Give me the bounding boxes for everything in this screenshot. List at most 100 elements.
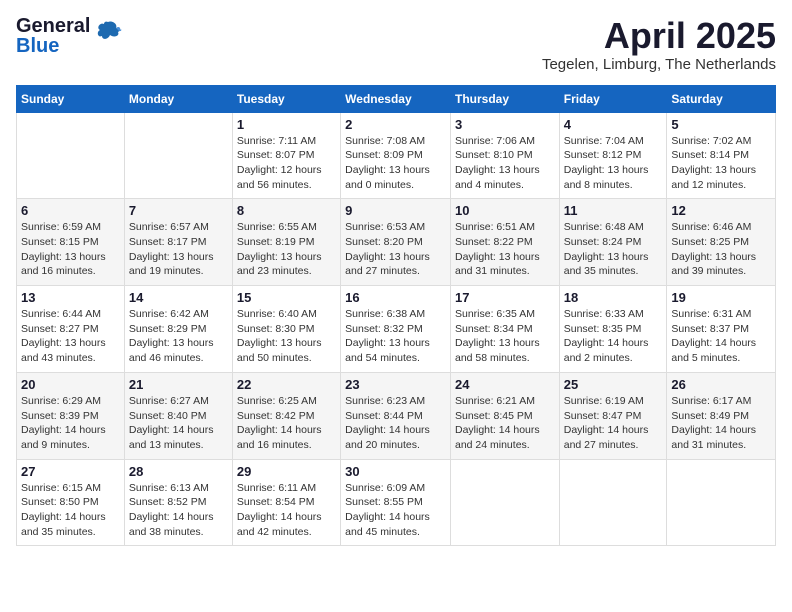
- table-row: 3 Sunrise: 7:06 AM Sunset: 8:10 PM Daylig…: [450, 112, 559, 199]
- day-number: 28: [129, 464, 228, 479]
- table-row: 28 Sunrise: 6:13 AM Sunset: 8:52 PM Dayli…: [124, 459, 232, 546]
- day-number: 8: [237, 203, 336, 218]
- logo-general-text: General: [16, 16, 90, 36]
- table-row: 13 Sunrise: 6:44 AM Sunset: 8:27 PM Dayli…: [17, 286, 125, 373]
- page-header: General Blue April 2025 Tegelen, Limburg…: [16, 16, 776, 73]
- day-info: Sunrise: 6:48 AM Sunset: 8:24 PM Dayligh…: [564, 220, 663, 279]
- day-number: 4: [564, 117, 663, 132]
- day-info: Sunrise: 6:51 AM Sunset: 8:22 PM Dayligh…: [455, 220, 555, 279]
- day-number: 13: [21, 290, 120, 305]
- table-row: 24Sunrise: 6:21 AM Sunset: 8:45 PM Dayli…: [450, 372, 559, 459]
- day-info: Sunrise: 6:38 AM Sunset: 8:32 PM Dayligh…: [345, 307, 446, 366]
- logo: General Blue: [16, 16, 122, 56]
- day-info: Sunrise: 7:02 AM Sunset: 8:14 PM Dayligh…: [671, 134, 771, 193]
- day-info: Sunrise: 6:33 AM Sunset: 8:35 PM Dayligh…: [564, 307, 663, 366]
- day-info: Sunrise: 6:35 AM Sunset: 8:34 PM Dayligh…: [455, 307, 555, 366]
- header-wednesday: Wednesday: [341, 85, 451, 112]
- day-info: Sunrise: 7:04 AM Sunset: 8:12 PM Dayligh…: [564, 134, 663, 193]
- day-info: Sunrise: 6:42 AM Sunset: 8:29 PM Dayligh…: [129, 307, 228, 366]
- day-number: 14: [129, 290, 228, 305]
- day-number: 18: [564, 290, 663, 305]
- table-row: 2 Sunrise: 7:08 AM Sunset: 8:09 PM Daylig…: [341, 112, 451, 199]
- day-number: 15: [237, 290, 336, 305]
- table-row: 14 Sunrise: 6:42 AM Sunset: 8:29 PM Dayli…: [124, 286, 232, 373]
- table-row: 15Sunrise: 6:40 AM Sunset: 8:30 PM Dayli…: [232, 286, 340, 373]
- table-row: 23Sunrise: 6:23 AM Sunset: 8:44 PM Dayli…: [341, 372, 451, 459]
- logo-bird-icon: [94, 18, 122, 46]
- table-row: 29 Sunrise: 6:11 AM Sunset: 8:54 PM Dayli…: [232, 459, 340, 546]
- table-row: 11 Sunrise: 6:48 AM Sunset: 8:24 PM Dayli…: [559, 199, 667, 286]
- table-row: 16 Sunrise: 6:38 AM Sunset: 8:32 PM Dayli…: [341, 286, 451, 373]
- header-sunday: Sunday: [17, 85, 125, 112]
- day-number: 21: [129, 377, 228, 392]
- day-info: Sunrise: 6:15 AM Sunset: 8:50 PM Dayligh…: [21, 481, 120, 540]
- day-info: Sunrise: 6:31 AM Sunset: 8:37 PM Dayligh…: [671, 307, 771, 366]
- day-info: Sunrise: 6:25 AM Sunset: 8:42 PM Dayligh…: [237, 394, 336, 453]
- day-info: Sunrise: 6:21 AM Sunset: 8:45 PM Dayligh…: [455, 394, 555, 453]
- calendar-subtitle: Tegelen, Limburg, The Netherlands: [542, 56, 776, 73]
- table-row: 26 Sunrise: 6:17 AM Sunset: 8:49 PM Dayli…: [667, 372, 776, 459]
- day-info: Sunrise: 7:08 AM Sunset: 8:09 PM Dayligh…: [345, 134, 446, 193]
- day-number: 6: [21, 203, 120, 218]
- day-number: 20: [21, 377, 120, 392]
- header-saturday: Saturday: [667, 85, 776, 112]
- day-number: 11: [564, 203, 663, 218]
- day-number: 19: [671, 290, 771, 305]
- day-info: Sunrise: 7:11 AM Sunset: 8:07 PM Dayligh…: [237, 134, 336, 193]
- table-row: [17, 112, 125, 199]
- day-info: Sunrise: 7:06 AM Sunset: 8:10 PM Dayligh…: [455, 134, 555, 193]
- header-friday: Friday: [559, 85, 667, 112]
- day-number: 9: [345, 203, 446, 218]
- table-row: 19 Sunrise: 6:31 AM Sunset: 8:37 PM Dayli…: [667, 286, 776, 373]
- day-number: 26: [671, 377, 771, 392]
- table-row: [559, 459, 667, 546]
- header-tuesday: Tuesday: [232, 85, 340, 112]
- day-number: 27: [21, 464, 120, 479]
- table-row: 20 Sunrise: 6:29 AM Sunset: 8:39 PM Dayli…: [17, 372, 125, 459]
- day-number: 29: [237, 464, 336, 479]
- day-number: 17: [455, 290, 555, 305]
- table-row: 1 Sunrise: 7:11 AM Sunset: 8:07 PM Daylig…: [232, 112, 340, 199]
- table-row: 4 Sunrise: 7:04 AM Sunset: 8:12 PM Daylig…: [559, 112, 667, 199]
- day-number: 12: [671, 203, 771, 218]
- day-info: Sunrise: 6:46 AM Sunset: 8:25 PM Dayligh…: [671, 220, 771, 279]
- day-info: Sunrise: 6:23 AM Sunset: 8:44 PM Dayligh…: [345, 394, 446, 453]
- day-number: 1: [237, 117, 336, 132]
- day-number: 7: [129, 203, 228, 218]
- calendar-title: April 2025: [542, 16, 776, 56]
- day-number: 3: [455, 117, 555, 132]
- day-number: 25: [564, 377, 663, 392]
- calendar-week-row: 13 Sunrise: 6:44 AM Sunset: 8:27 PM Dayli…: [17, 286, 776, 373]
- table-row: 21Sunrise: 6:27 AM Sunset: 8:40 PM Dayli…: [124, 372, 232, 459]
- table-row: 5 Sunrise: 7:02 AM Sunset: 8:14 PM Daylig…: [667, 112, 776, 199]
- day-info: Sunrise: 6:13 AM Sunset: 8:52 PM Dayligh…: [129, 481, 228, 540]
- table-row: 17 Sunrise: 6:35 AM Sunset: 8:34 PM Dayli…: [450, 286, 559, 373]
- calendar-week-row: 6Sunrise: 6:59 AM Sunset: 8:15 PM Daylig…: [17, 199, 776, 286]
- header-monday: Monday: [124, 85, 232, 112]
- calendar-week-row: 1 Sunrise: 7:11 AM Sunset: 8:07 PM Daylig…: [17, 112, 776, 199]
- title-area: April 2025 Tegelen, Limburg, The Netherl…: [542, 16, 776, 73]
- day-info: Sunrise: 6:11 AM Sunset: 8:54 PM Dayligh…: [237, 481, 336, 540]
- day-info: Sunrise: 6:17 AM Sunset: 8:49 PM Dayligh…: [671, 394, 771, 453]
- day-info: Sunrise: 6:29 AM Sunset: 8:39 PM Dayligh…: [21, 394, 120, 453]
- day-number: 22: [237, 377, 336, 392]
- day-number: 2: [345, 117, 446, 132]
- day-number: 5: [671, 117, 771, 132]
- table-row: 27 Sunrise: 6:15 AM Sunset: 8:50 PM Dayli…: [17, 459, 125, 546]
- table-row: 6Sunrise: 6:59 AM Sunset: 8:15 PM Daylig…: [17, 199, 125, 286]
- day-info: Sunrise: 6:44 AM Sunset: 8:27 PM Dayligh…: [21, 307, 120, 366]
- table-row: 7Sunrise: 6:57 AM Sunset: 8:17 PM Daylig…: [124, 199, 232, 286]
- weekday-header-row: Sunday Monday Tuesday Wednesday Thursday…: [17, 85, 776, 112]
- table-row: [450, 459, 559, 546]
- calendar-table: Sunday Monday Tuesday Wednesday Thursday…: [16, 85, 776, 547]
- day-number: 16: [345, 290, 446, 305]
- header-thursday: Thursday: [450, 85, 559, 112]
- table-row: 30Sunrise: 6:09 AM Sunset: 8:55 PM Dayli…: [341, 459, 451, 546]
- day-info: Sunrise: 6:55 AM Sunset: 8:19 PM Dayligh…: [237, 220, 336, 279]
- logo-blue-text: Blue: [16, 36, 90, 56]
- table-row: [124, 112, 232, 199]
- day-info: Sunrise: 6:53 AM Sunset: 8:20 PM Dayligh…: [345, 220, 446, 279]
- table-row: 22 Sunrise: 6:25 AM Sunset: 8:42 PM Dayli…: [232, 372, 340, 459]
- day-number: 30: [345, 464, 446, 479]
- day-number: 10: [455, 203, 555, 218]
